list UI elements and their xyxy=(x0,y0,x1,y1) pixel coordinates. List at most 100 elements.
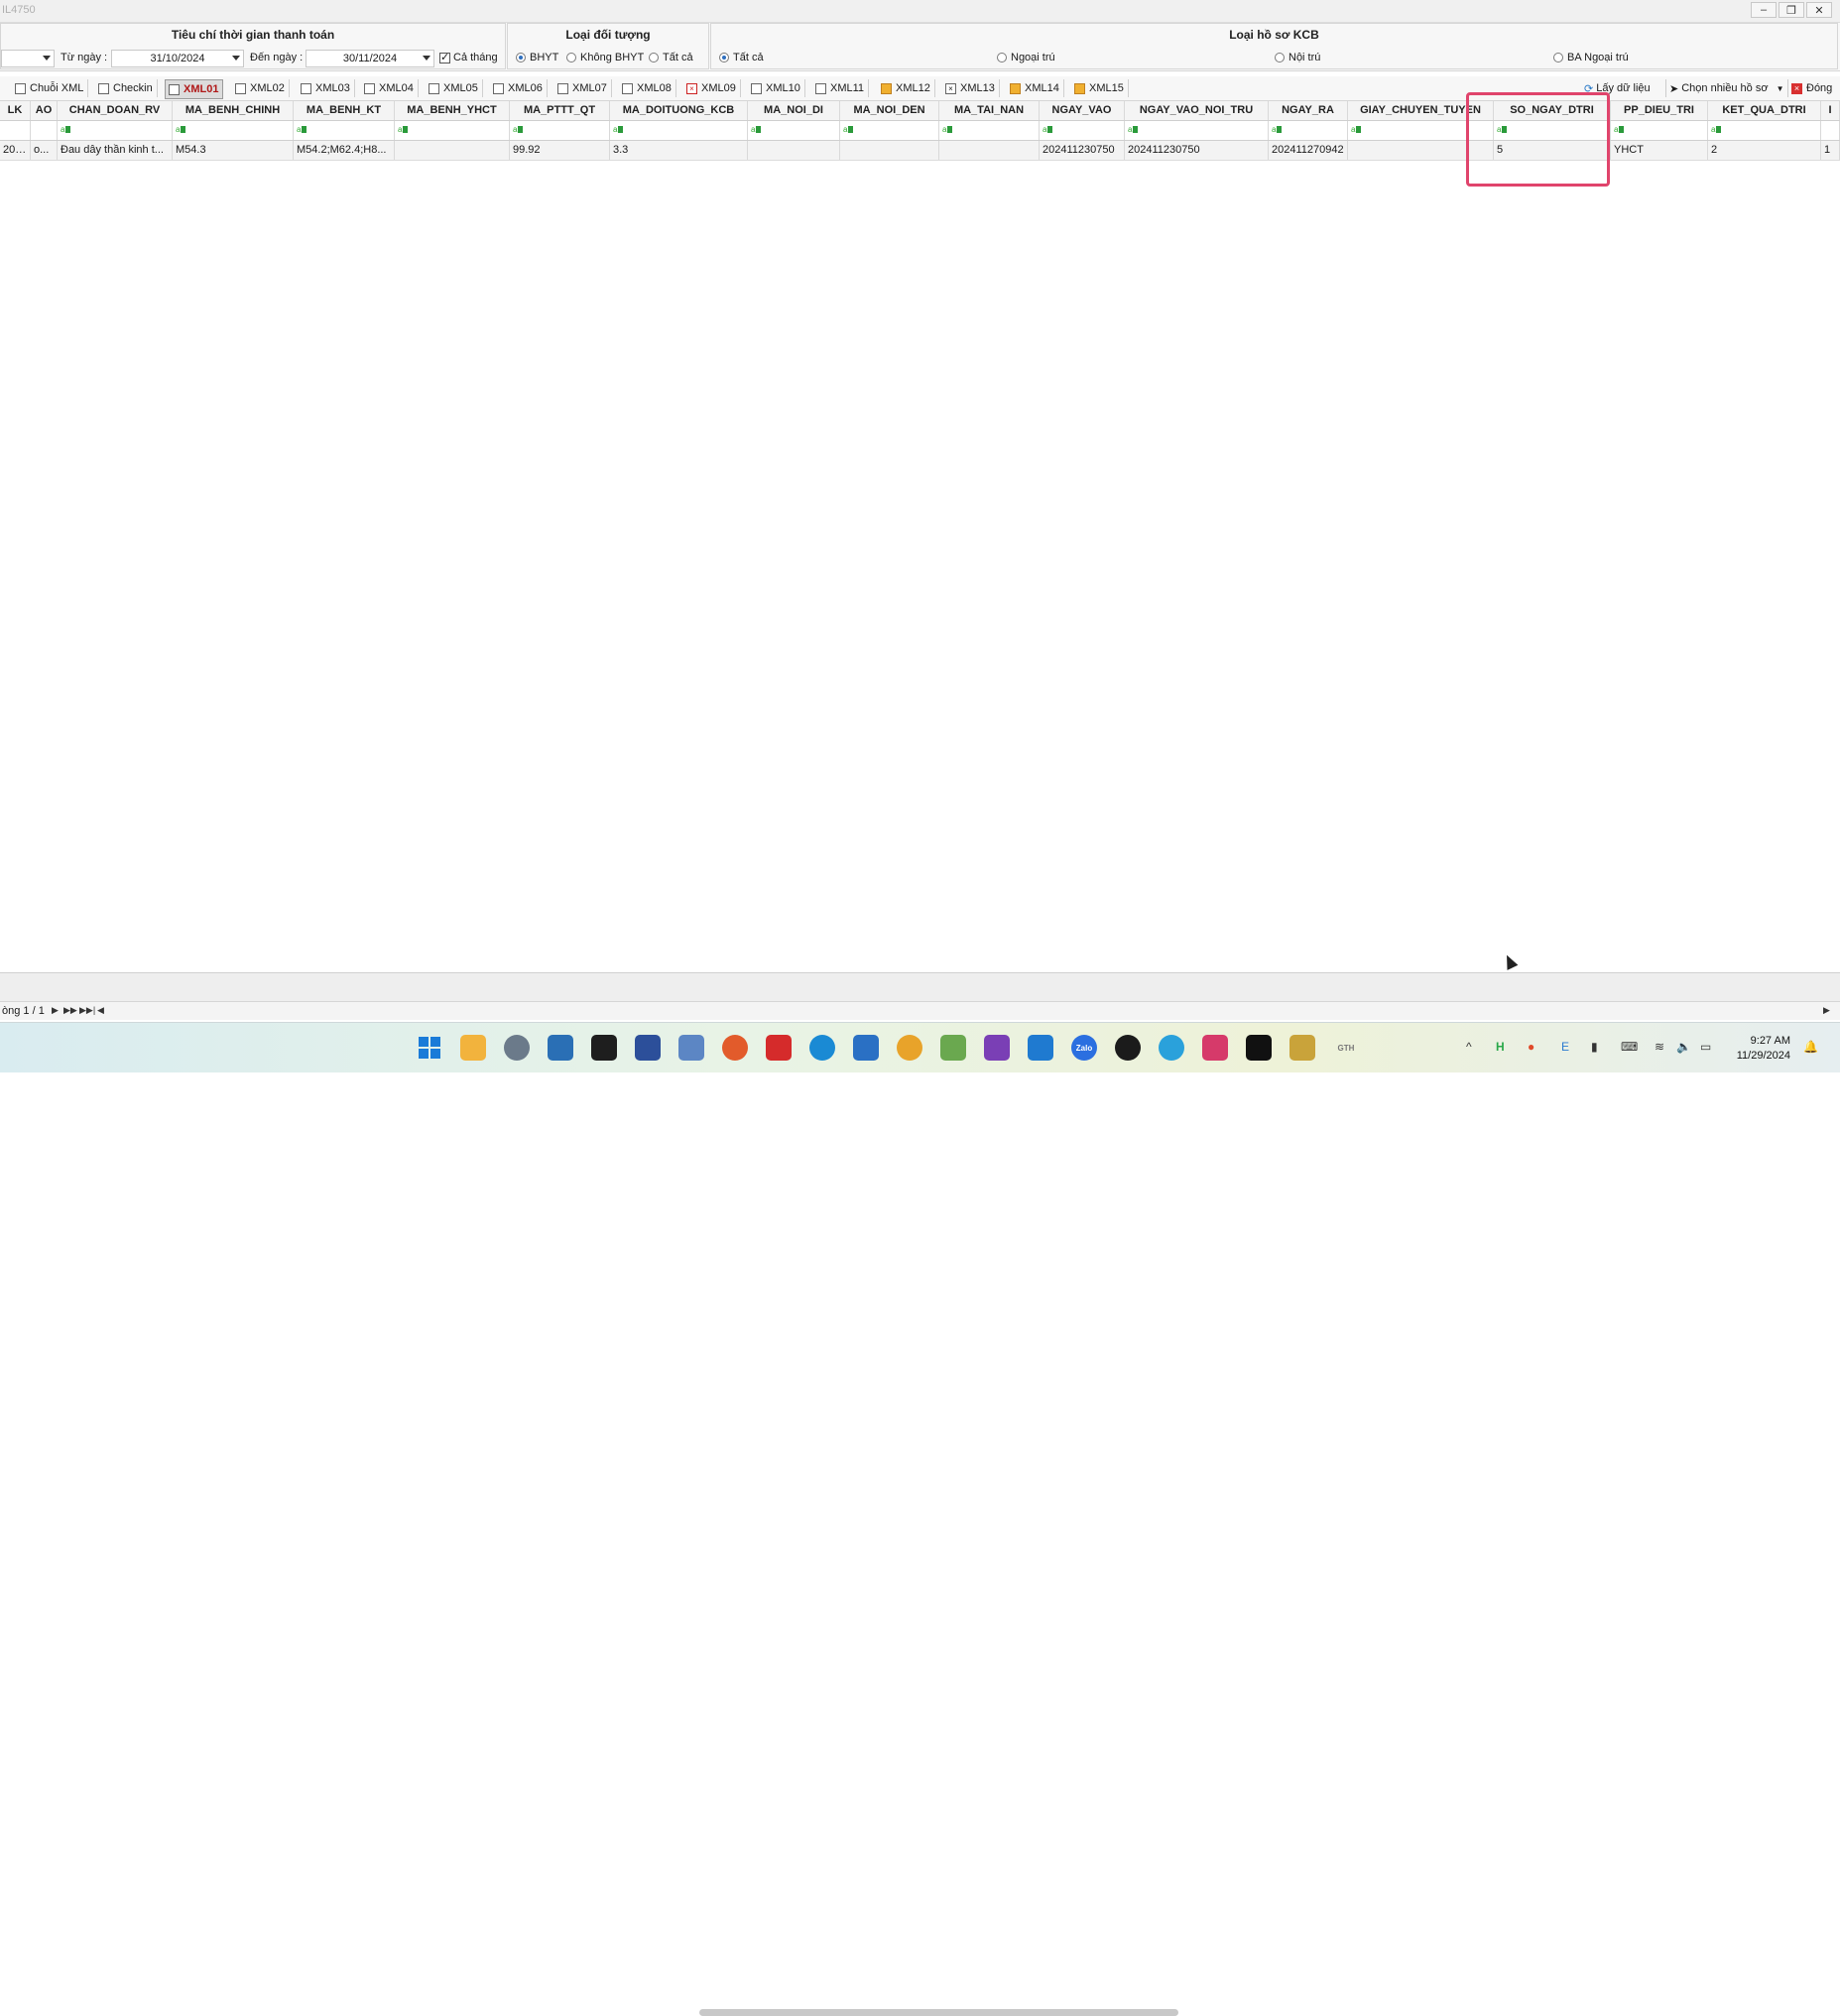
table-cell[interactable]: 2 xyxy=(1708,141,1821,160)
filter-cell[interactable] xyxy=(748,121,840,140)
filter-cell[interactable] xyxy=(840,121,939,140)
tray-expand-icon[interactable]: ^ xyxy=(1466,1040,1472,1054)
tab-xml09[interactable]: × XML09 xyxy=(683,79,741,97)
tab-xml08[interactable]: XML08 xyxy=(619,79,676,97)
table-cell[interactable]: 202... xyxy=(0,141,31,160)
tab-xml02[interactable]: XML02 xyxy=(232,79,290,97)
tray-h-icon[interactable]: H xyxy=(1496,1040,1505,1054)
filter-cell[interactable] xyxy=(395,121,510,140)
table-cell[interactable]: 1 xyxy=(1821,141,1840,160)
restore-button[interactable]: ❐ xyxy=(1779,2,1804,18)
file-explorer-icon[interactable] xyxy=(460,1035,486,1061)
table-cell[interactable] xyxy=(748,141,840,160)
horizontal-scrollbar[interactable] xyxy=(699,2009,1178,2016)
start-icon[interactable] xyxy=(417,1035,442,1061)
filter-cell[interactable] xyxy=(510,121,610,140)
minimize-button[interactable]: – xyxy=(1751,2,1777,18)
scroll-right-icon[interactable]: ▶ xyxy=(1823,1005,1830,1016)
fast-forward-icon[interactable]: ▶▶ xyxy=(63,1005,77,1016)
record-radio-outpatient[interactable]: Ngoại trú xyxy=(997,48,1055,67)
table-cell[interactable]: 202411230750 xyxy=(1125,141,1269,160)
object-radio-all[interactable]: Tất cả xyxy=(649,48,693,67)
column-header[interactable]: MA_NOI_DI xyxy=(748,101,840,120)
filter-cell[interactable] xyxy=(939,121,1040,140)
column-header[interactable]: I xyxy=(1821,101,1840,120)
bag-app-icon[interactable] xyxy=(1289,1035,1315,1061)
tab-xml11[interactable]: XML11 xyxy=(812,79,870,97)
tab-xml10[interactable]: XML10 xyxy=(748,79,805,97)
tab-xml15[interactable]: XML15 xyxy=(1071,79,1129,97)
filter-cell[interactable] xyxy=(1269,121,1348,140)
close-window-button[interactable]: ✕ xyxy=(1806,2,1832,18)
last-page-icon[interactable]: ▶▶| xyxy=(79,1005,95,1016)
table-cell[interactable]: 202411230750 xyxy=(1040,141,1125,160)
column-header[interactable]: CHAN_DOAN_RV xyxy=(58,101,173,120)
app-s-icon[interactable] xyxy=(766,1035,792,1061)
column-header[interactable]: NGAY_VAO xyxy=(1040,101,1125,120)
close-button[interactable]: × Đóng xyxy=(1787,79,1832,97)
filter-cell[interactable] xyxy=(1708,121,1821,140)
table-cell[interactable] xyxy=(840,141,939,160)
filter-cell[interactable] xyxy=(1125,121,1269,140)
period-select[interactable] xyxy=(1,50,55,67)
compass-app-icon[interactable] xyxy=(722,1035,748,1061)
filter-cell[interactable] xyxy=(0,121,31,140)
terminal-icon[interactable] xyxy=(591,1035,617,1061)
tab-xml14[interactable]: XML14 xyxy=(1007,79,1064,97)
tab-xml12[interactable]: XML12 xyxy=(878,79,935,97)
filter-cell[interactable] xyxy=(173,121,294,140)
table-cell[interactable]: M54.2;M62.4;H8... xyxy=(294,141,395,160)
edge-icon[interactable] xyxy=(809,1035,835,1061)
object-radio-khong-bhyt[interactable]: Không BHYT xyxy=(566,48,644,67)
table-cell[interactable]: M54.3 xyxy=(173,141,294,160)
tab-xml05[interactable]: XML05 xyxy=(426,79,483,97)
column-header[interactable]: NGAY_VAO_NOI_TRU xyxy=(1125,101,1269,120)
table-cell[interactable]: o... xyxy=(31,141,58,160)
filter-cell[interactable] xyxy=(294,121,395,140)
volume-icon[interactable]: 🔈 xyxy=(1676,1040,1691,1054)
column-header[interactable]: NGAY_RA xyxy=(1269,101,1348,120)
tray-e-icon[interactable]: E xyxy=(1561,1040,1569,1054)
telegram-icon[interactable] xyxy=(1159,1035,1184,1061)
tab-xml04[interactable]: XML04 xyxy=(361,79,419,97)
filter-cell[interactable] xyxy=(58,121,173,140)
column-header[interactable]: MA_NOI_DEN xyxy=(840,101,939,120)
column-header[interactable]: MA_BENH_KT xyxy=(294,101,395,120)
select-many-button[interactable]: ➤ Chọn nhiều hồ sơ ▼ xyxy=(1665,79,1783,97)
table-cell[interactable]: Đau dây thần kinh t... xyxy=(58,141,173,160)
object-radio-bhyt[interactable]: BHYT xyxy=(516,48,558,67)
tab-xml07[interactable]: XML07 xyxy=(554,79,612,97)
record-radio-all[interactable]: Tất cả xyxy=(719,48,764,67)
tab-chuoi-xml[interactable]: Chuỗi XML xyxy=(12,79,89,97)
star-app-icon[interactable] xyxy=(1202,1035,1228,1061)
chatgpt-icon[interactable] xyxy=(1115,1035,1141,1061)
filter-cell[interactable] xyxy=(31,121,58,140)
record-radio-inpatient[interactable]: Nội trú xyxy=(1275,48,1320,67)
vscode-icon[interactable] xyxy=(1028,1035,1053,1061)
wifi-icon[interactable]: ≋ xyxy=(1655,1040,1664,1054)
table-cell[interactable]: YHCT xyxy=(1611,141,1708,160)
whole-month-checkbox[interactable]: ✓ Cả tháng xyxy=(439,48,498,67)
column-header[interactable]: AO xyxy=(31,101,58,120)
tab-xml01[interactable]: XML01 xyxy=(165,79,224,99)
table-cell[interactable] xyxy=(395,141,510,160)
tab-xml13[interactable]: × XML13 xyxy=(942,79,1000,97)
tab-checkin[interactable]: Checkin xyxy=(95,79,158,97)
filter-cell[interactable] xyxy=(610,121,748,140)
tray-chrome-icon[interactable]: ● xyxy=(1528,1040,1534,1054)
from-date-input[interactable]: 31/10/2024 xyxy=(111,50,244,67)
table-cell[interactable]: 202411270942 xyxy=(1269,141,1348,160)
filter-cell[interactable] xyxy=(1821,121,1840,140)
column-header[interactable]: MA_BENH_YHCT xyxy=(395,101,510,120)
clock[interactable]: 9:27 AM 11/29/2024 xyxy=(1737,1034,1790,1064)
column-header[interactable]: LK xyxy=(0,101,31,120)
settings-icon[interactable] xyxy=(504,1035,530,1061)
column-header[interactable]: MA_BENH_CHINH xyxy=(173,101,294,120)
notification-bell-icon[interactable]: 🔔 xyxy=(1803,1040,1818,1054)
column-header[interactable]: MA_TAI_NAN xyxy=(939,101,1040,120)
keyboard-icon[interactable]: ⌨ xyxy=(1621,1040,1638,1054)
zalo-icon[interactable]: Zalo xyxy=(1071,1035,1097,1061)
tray-clipboard-icon[interactable]: ▮ xyxy=(1591,1040,1598,1054)
filter-cell[interactable] xyxy=(1040,121,1125,140)
filter-cell[interactable] xyxy=(1611,121,1708,140)
